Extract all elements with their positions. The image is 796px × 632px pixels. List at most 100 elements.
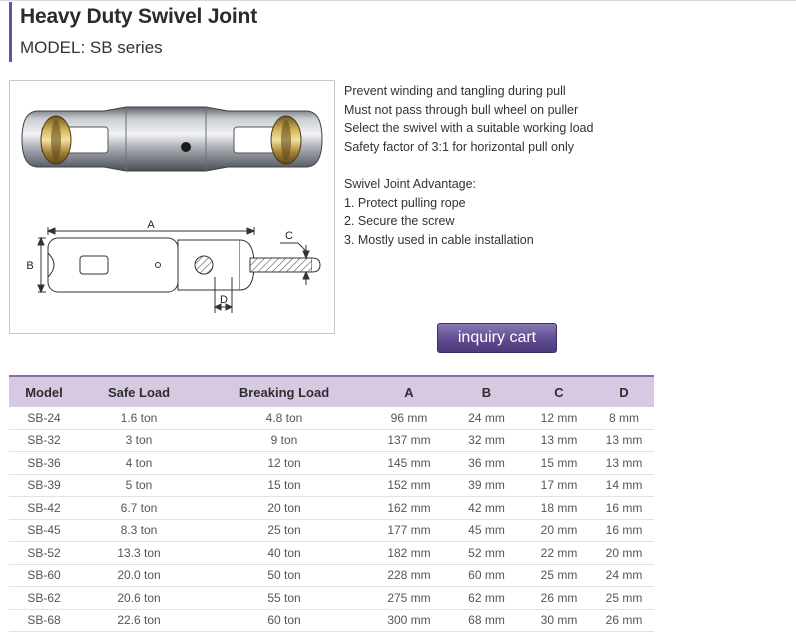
cell-d: 20 mm [594, 541, 654, 565]
cell-model: SB-52 [9, 541, 79, 565]
cell-d: 25 mm [594, 586, 654, 610]
feature-list: Prevent winding and tangling during pull… [344, 82, 593, 250]
cell-c: 13 mm [524, 429, 594, 452]
cell-breaking-load: 60 ton [199, 609, 369, 632]
cell-breaking-load: 4.8 ton [199, 407, 369, 430]
column-header-a: A [369, 375, 449, 407]
cell-b: 60 mm [449, 564, 524, 587]
cell-a: 300 mm [369, 609, 449, 632]
cell-safe-load: 22.6 ton [79, 609, 199, 632]
cell-d: 13 mm [594, 451, 654, 475]
cell-safe-load: 3 ton [79, 429, 199, 452]
cell-b: 36 mm [449, 451, 524, 475]
cell-breaking-load: 50 ton [199, 564, 369, 587]
cell-a: 145 mm [369, 451, 449, 475]
table-row: SB-52 13.3 ton 40 ton 182 mm 52 mm 22 mm 20 mm [9, 541, 654, 565]
cell-b: 68 mm [449, 609, 524, 632]
cell-b: 24 mm [449, 407, 524, 430]
cell-safe-load: 5 ton [79, 474, 199, 497]
specification-table: Model Safe Load Breaking Load A B C D SB… [9, 375, 654, 632]
cell-d: 24 mm [594, 564, 654, 587]
model-subtitle: MODEL: SB series [20, 38, 163, 57]
column-header-c: C [524, 375, 594, 407]
cell-model: SB-32 [9, 429, 79, 452]
cell-a: 177 mm [369, 519, 449, 542]
table-row: SB-36 4 ton 12 ton 145 mm 36 mm 15 mm 13 mm [9, 451, 654, 475]
cell-model: SB-45 [9, 519, 79, 542]
swivel-joint-illustration: A B C D [21, 106, 323, 313]
cell-a: 96 mm [369, 407, 449, 430]
cell-safe-load: 6.7 ton [79, 496, 199, 520]
cell-d: 14 mm [594, 474, 654, 497]
dimension-b-label: B [26, 260, 33, 272]
advantage-item: 1. Protect pulling rope [344, 195, 466, 210]
page-title: Heavy Duty Swivel Joint [20, 5, 257, 28]
table-row: SB-42 6.7 ton 20 ton 162 mm 42 mm 18 mm 16 mm [9, 496, 654, 520]
cell-breaking-load: 9 ton [199, 429, 369, 452]
cell-safe-load: 20.6 ton [79, 586, 199, 610]
cell-breaking-load: 12 ton [199, 451, 369, 475]
cell-a: 162 mm [369, 496, 449, 520]
feature-item: Prevent winding and tangling during pull [344, 84, 566, 98]
cell-a: 275 mm [369, 586, 449, 610]
top-divider [0, 0, 796, 1]
product-image: A B C D [9, 80, 335, 334]
cell-c: 25 mm [524, 564, 594, 587]
cell-breaking-load: 40 ton [199, 541, 369, 565]
cell-b: 32 mm [449, 429, 524, 452]
cell-model: SB-60 [9, 564, 79, 587]
cell-b: 42 mm [449, 496, 524, 520]
table-row: SB-32 3 ton 9 ton 137 mm 32 mm 13 mm 13 mm [9, 429, 654, 452]
cell-b: 52 mm [449, 541, 524, 565]
cell-safe-load: 20.0 ton [79, 564, 199, 587]
column-header-b: B [449, 375, 524, 407]
cell-safe-load: 1.6 ton [79, 407, 199, 430]
title-accent-bar [9, 2, 12, 62]
advantage-item: 2. Secure the screw [344, 214, 455, 229]
feature-item: Safety factor of 3:1 for horizontal pull… [344, 140, 574, 155]
feature-item: Must not pass through bull wheel on pull… [344, 102, 579, 117]
cell-model: SB-36 [9, 451, 79, 475]
cell-c: 17 mm [524, 474, 594, 497]
cell-a: 228 mm [369, 564, 449, 587]
table-row: SB-39 5 ton 15 ton 152 mm 39 mm 17 mm 14 mm [9, 474, 654, 497]
cell-model: SB-39 [9, 474, 79, 497]
swivel-photo [21, 106, 323, 172]
cell-d: 26 mm [594, 609, 654, 632]
cell-a: 182 mm [369, 541, 449, 565]
cell-c: 15 mm [524, 451, 594, 475]
advantage-title: Swivel Joint Advantage: [344, 176, 477, 191]
cell-a: 137 mm [369, 429, 449, 452]
column-header-d: D [594, 375, 654, 407]
feature-item: Select the swivel with a suitable workin… [344, 121, 594, 136]
cell-c: 22 mm [524, 541, 594, 565]
table-body: SB-24 1.6 ton 4.8 ton 96 mm 24 mm 12 mm 8 mm SB… [9, 407, 654, 632]
cell-b: 45 mm [449, 519, 524, 542]
column-header-breaking-load: Breaking Load [199, 375, 369, 407]
cell-d: 8 mm [594, 407, 654, 430]
cell-model: SB-68 [9, 609, 79, 632]
cell-model: SB-42 [9, 496, 79, 520]
cell-breaking-load: 55 ton [199, 586, 369, 610]
column-header-safe-load: Safe Load [79, 375, 199, 407]
table-row: SB-24 1.6 ton 4.8 ton 96 mm 24 mm 12 mm 8 mm [9, 407, 654, 430]
cell-c: 18 mm [524, 496, 594, 520]
inquiry-cart-button[interactable]: inquiry cart [437, 323, 557, 353]
cell-d: 16 mm [594, 496, 654, 520]
cell-d: 13 mm [594, 429, 654, 452]
cell-safe-load: 4 ton [79, 451, 199, 475]
dimension-d-label: D [220, 294, 228, 306]
cell-c: 12 mm [524, 407, 594, 430]
cell-b: 62 mm [449, 586, 524, 610]
cell-c: 20 mm [524, 519, 594, 542]
cell-model: SB-24 [9, 407, 79, 430]
cell-d: 16 mm [594, 519, 654, 542]
table-header-row: Model Safe Load Breaking Load A B C D [9, 375, 654, 407]
cell-safe-load: 13.3 ton [79, 541, 199, 565]
table-row: SB-45 8.3 ton 25 ton 177 mm 45 mm 20 mm 16 mm [9, 519, 654, 542]
dimension-c-label: C [285, 230, 293, 242]
table-row: SB-68 22.6 ton 60 ton 300 mm 68 mm 30 mm 26 mm [9, 609, 654, 632]
cell-a: 152 mm [369, 474, 449, 497]
table-row: SB-62 20.6 ton 55 ton 275 mm 62 mm 26 mm 25 mm [9, 586, 654, 610]
column-header-model: Model [9, 375, 79, 407]
